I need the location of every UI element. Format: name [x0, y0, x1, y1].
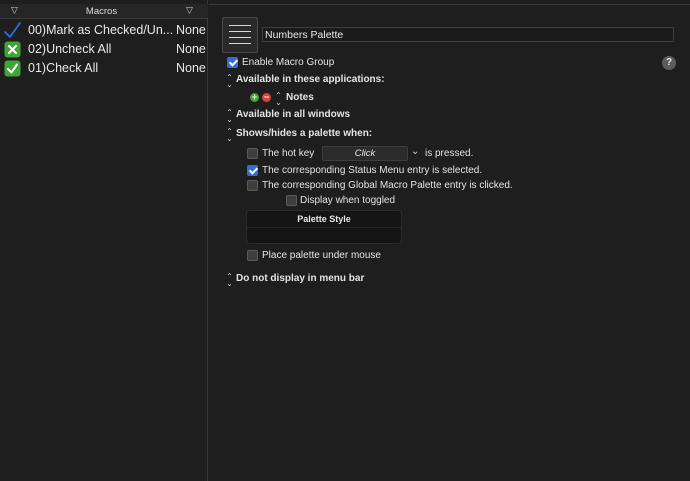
hotkey-checkbox[interactable]: [247, 148, 258, 159]
app-window: ▽ Macros ▽ 00)Mark as Checked/Un... None…: [0, 0, 690, 481]
disclosure-icon[interactable]: ⌃ ⌄: [226, 273, 233, 288]
under-mouse-checkbox[interactable]: [247, 250, 258, 261]
apps-section-label[interactable]: Available in these applications:: [236, 74, 385, 85]
macro-row[interactable]: 00)Mark as Checked/Un... None: [0, 20, 208, 40]
divider: [247, 227, 401, 228]
palette-style-title: Palette Style: [297, 214, 351, 224]
checkmark-icon: [4, 22, 21, 38]
macro-trigger: None: [176, 23, 206, 37]
green-check-box-icon: [4, 60, 21, 77]
global-palette-label: The corresponding Global Macro Palette e…: [262, 180, 513, 191]
status-menu-label: The corresponding Status Menu entry is s…: [262, 165, 483, 176]
app-name: Notes: [286, 92, 314, 103]
red-x-box-icon: [4, 41, 21, 58]
status-menu-checkbox[interactable]: [247, 165, 258, 176]
disclosure-icon[interactable]: ⌃ ⌄: [275, 92, 282, 107]
macro-row[interactable]: 01)Check All None: [0, 58, 208, 78]
palette-lines-icon[interactable]: [222, 17, 258, 53]
enable-group-checkbox[interactable]: [227, 57, 238, 68]
triangle-down-icon[interactable]: ▽: [186, 5, 193, 16]
global-palette-checkbox[interactable]: [247, 180, 258, 191]
macro-list-pane: ▽ Macros ▽ 00)Mark as Checked/Un... None…: [0, 0, 208, 481]
display-toggled-checkbox[interactable]: [286, 195, 297, 206]
macro-name: 00)Mark as Checked/Un...: [28, 23, 174, 37]
disclosure-icon[interactable]: ⌃ ⌄: [226, 128, 233, 143]
disclosure-icon[interactable]: ⌃ ⌄: [226, 109, 233, 124]
palette-section-label[interactable]: Shows/hides a palette when:: [236, 128, 372, 139]
macro-list-header[interactable]: ▽ Macros ▽: [0, 4, 208, 19]
hotkey-suffix: is pressed.: [425, 148, 474, 159]
display-toggled-label: Display when toggled: [300, 195, 396, 206]
menu-bar-label[interactable]: Do not display in menu bar: [236, 273, 364, 284]
enable-group-label: Enable Macro Group: [242, 57, 335, 68]
macro-list-title: Macros: [85, 6, 118, 17]
help-button[interactable]: ?: [662, 56, 676, 70]
macro-row[interactable]: 02)Uncheck All None: [0, 39, 208, 59]
macro-name: 01)Check All: [28, 61, 99, 75]
remove-app-button[interactable]: −: [262, 93, 271, 102]
macro-name: 02)Uncheck All: [28, 42, 112, 56]
under-mouse-label: Place palette under mouse: [262, 250, 381, 261]
disclosure-icon[interactable]: ⌃ ⌄: [226, 74, 233, 89]
add-app-button[interactable]: +: [250, 93, 259, 102]
hotkey-label: The hot key: [262, 148, 315, 159]
palette-style-box[interactable]: Palette Style: [246, 210, 402, 244]
chevron-down-icon[interactable]: ⌄: [411, 146, 419, 157]
macro-trigger: None: [176, 42, 206, 56]
macro-trigger: None: [176, 61, 206, 75]
divider: [209, 4, 690, 5]
group-name-field[interactable]: Numbers Palette: [262, 27, 674, 42]
windows-section-label[interactable]: Available in all windows: [236, 109, 350, 120]
hotkey-field[interactable]: Click: [322, 146, 408, 161]
